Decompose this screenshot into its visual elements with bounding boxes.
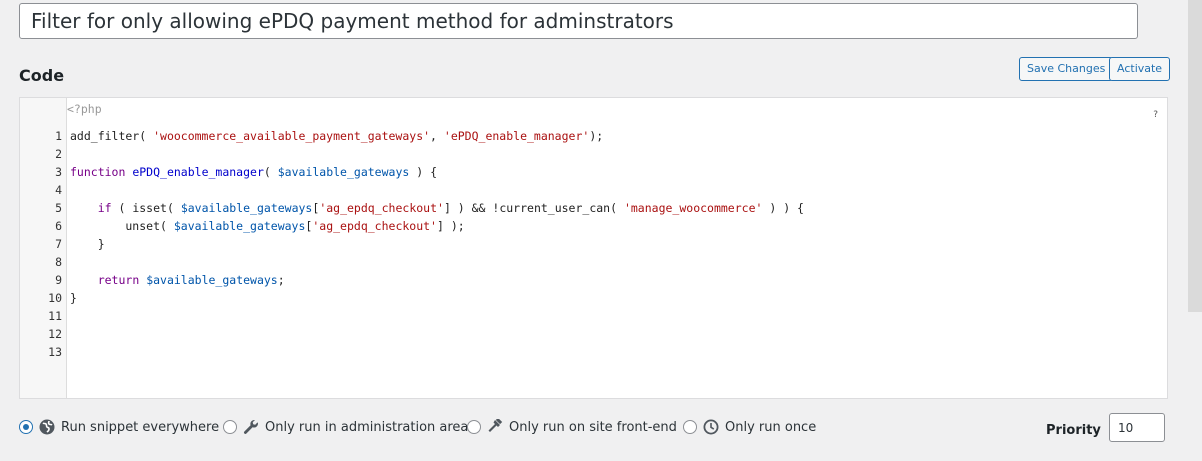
line-number: 9 <box>55 273 62 287</box>
code-line[interactable]: 2 <box>20 145 1167 163</box>
scope-label-admin: Only run in administration area <box>265 419 469 435</box>
code-line[interactable]: 6 unset( $available_gateways['ag_epdq_ch… <box>20 217 1167 235</box>
line-number: 4 <box>55 183 62 197</box>
scope-option-once[interactable]: Only run once <box>683 416 816 438</box>
code-line[interactable]: 8 <box>20 253 1167 271</box>
priority-input[interactable] <box>1109 413 1165 442</box>
code-editor[interactable]: <?php ? 1 add_filter( 'woocommerce_availa… <box>19 97 1168 399</box>
code-heading: Code <box>19 66 65 85</box>
clock-icon <box>703 419 719 435</box>
hammer-icon <box>487 419 503 435</box>
scope-option-everywhere[interactable]: Run snippet everywhere <box>19 416 219 438</box>
code-text: unset( $available_gateways['ag_epdq_chec… <box>70 219 465 233</box>
code-line[interactable]: 5 if ( isset( $available_gateways['ag_ep… <box>20 199 1167 217</box>
line-number: 3 <box>55 165 62 179</box>
line-number: 1 <box>55 129 62 143</box>
activate-button[interactable]: Activate <box>1109 57 1171 81</box>
code-line[interactable]: 12 <box>20 325 1167 343</box>
code-line[interactable]: 11 <box>20 307 1167 325</box>
scope-radio-everywhere[interactable] <box>19 420 33 434</box>
priority-label: Priority <box>1046 423 1101 438</box>
code-line[interactable]: 10} <box>20 289 1167 307</box>
globe-icon <box>39 419 55 435</box>
line-number: 12 <box>48 327 62 341</box>
code-line[interactable]: 13 <box>20 343 1167 361</box>
line-number: 7 <box>55 237 62 251</box>
line-number: 10 <box>48 291 62 305</box>
line-number: 11 <box>48 309 62 323</box>
code-text: } <box>70 237 105 251</box>
scope-label-front-end: Only run on site front-end <box>509 419 677 435</box>
wrench-icon <box>243 419 259 435</box>
php-open-tag: <?php <box>67 102 102 116</box>
scope-radio-admin[interactable] <box>223 420 237 434</box>
snippet-title-input[interactable] <box>19 3 1138 39</box>
editor-help-link[interactable]: ? <box>1153 110 1158 120</box>
code-line[interactable]: 1 add_filter( 'woocommerce_available_paym… <box>20 127 1167 145</box>
page-scrollbar-thumb[interactable] <box>1188 0 1202 312</box>
code-text: if ( isset( $available_gateways['ag_epdq… <box>97 201 804 215</box>
line-number: 8 <box>55 255 62 269</box>
code-line[interactable]: 7 } <box>20 235 1167 253</box>
scope-option-front-end[interactable]: Only run on site front-end <box>467 416 677 438</box>
code-text: add_filter( 'woocommerce_available_payme… <box>70 129 604 143</box>
code-text: function ePDQ_enable_manager( $available… <box>70 165 438 179</box>
scope-radio-front-end[interactable] <box>467 420 481 434</box>
code-lines: 1 add_filter( 'woocommerce_available_paym… <box>20 127 1167 361</box>
line-number: 6 <box>55 219 62 233</box>
save-changes-button[interactable]: Save Changes <box>1019 57 1114 81</box>
scope-radio-once[interactable] <box>683 420 697 434</box>
code-line[interactable]: 4 <box>20 181 1167 199</box>
scope-options: Run snippet everywhere Only run in admin… <box>19 416 1179 438</box>
line-number: 13 <box>48 345 62 359</box>
code-text: return $available_gateways; <box>97 273 285 287</box>
scope-label-once: Only run once <box>725 419 817 435</box>
line-number: 2 <box>55 147 62 161</box>
code-line[interactable]: 9 return $available_gateways; <box>20 271 1167 289</box>
scope-label-everywhere: Run snippet everywhere <box>61 419 220 435</box>
scope-option-admin[interactable]: Only run in administration area <box>223 416 468 438</box>
code-line[interactable]: 3 function ePDQ_enable_manager( $availabl… <box>20 163 1167 181</box>
line-number: 5 <box>55 201 62 215</box>
code-text: } <box>70 291 77 305</box>
